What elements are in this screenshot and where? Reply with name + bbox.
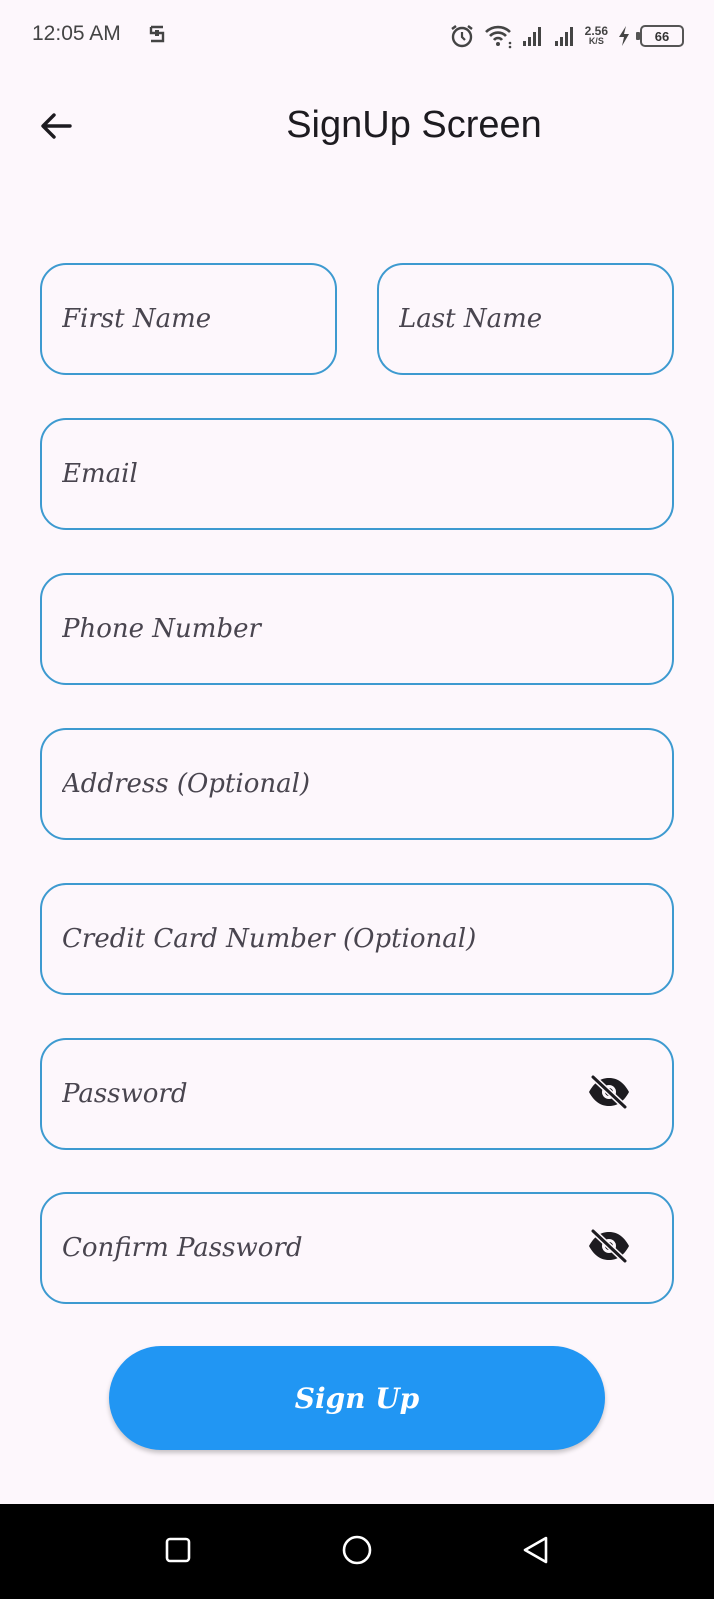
wifi-icon: [483, 23, 513, 49]
sign-up-button-label: Sign Up: [294, 1381, 420, 1415]
back-triangle-icon: [521, 1535, 551, 1569]
s-icon: [147, 22, 167, 46]
confirm-password-field: [40, 1192, 674, 1304]
status-bar: 12:05 AM 2.56 K/S 66: [0, 0, 714, 72]
email-input[interactable]: [42, 420, 672, 528]
signup-screen: 12:05 AM 2.56 K/S 66 SignUp Screen First…: [0, 0, 714, 1599]
alarm-icon: [449, 23, 475, 49]
credit-card-field: [40, 883, 674, 995]
system-back-button[interactable]: [512, 1528, 560, 1576]
signal-icon: [553, 25, 577, 47]
credit-card-input[interactable]: [42, 885, 672, 993]
page-title: SignUp Screen: [286, 104, 542, 146]
confirm-password-input[interactable]: [42, 1194, 672, 1302]
battery-level: 66: [654, 28, 670, 44]
first-name-field: [40, 263, 337, 375]
recents-square-icon: [164, 1536, 192, 1568]
network-speed-unit: K/S: [588, 36, 604, 46]
home-circle-icon: [341, 1534, 373, 1570]
charging-icon: [616, 24, 632, 48]
address-input[interactable]: [42, 730, 672, 838]
password-visibility-toggle[interactable]: [586, 1074, 632, 1114]
sign-up-button[interactable]: Sign Up: [109, 1346, 605, 1450]
last-name-field: [377, 263, 674, 375]
first-name-input[interactable]: [42, 265, 335, 373]
home-button[interactable]: [333, 1528, 381, 1576]
address-field: [40, 728, 674, 840]
recents-button[interactable]: [154, 1528, 202, 1576]
eye-off-icon: [587, 1228, 631, 1268]
phone-field: [40, 573, 674, 685]
network-speed: 2.56 K/S: [584, 24, 608, 46]
app-bar: SignUp Screen: [0, 80, 714, 176]
email-field: [40, 418, 674, 530]
network-speed-value: 2.56: [584, 24, 608, 38]
password-input[interactable]: [42, 1040, 672, 1148]
status-time: 12:05 AM: [32, 22, 121, 45]
password-field: [40, 1038, 674, 1150]
confirm-password-visibility-toggle[interactable]: [586, 1228, 632, 1268]
phone-number-input[interactable]: [42, 575, 672, 683]
battery-icon: 66: [636, 25, 684, 47]
last-name-input[interactable]: [379, 265, 672, 373]
signal-icon: [521, 25, 545, 47]
status-icons: 2.56 K/S 66: [449, 22, 684, 50]
system-nav-bar: [0, 1504, 714, 1599]
eye-off-icon: [587, 1074, 631, 1114]
